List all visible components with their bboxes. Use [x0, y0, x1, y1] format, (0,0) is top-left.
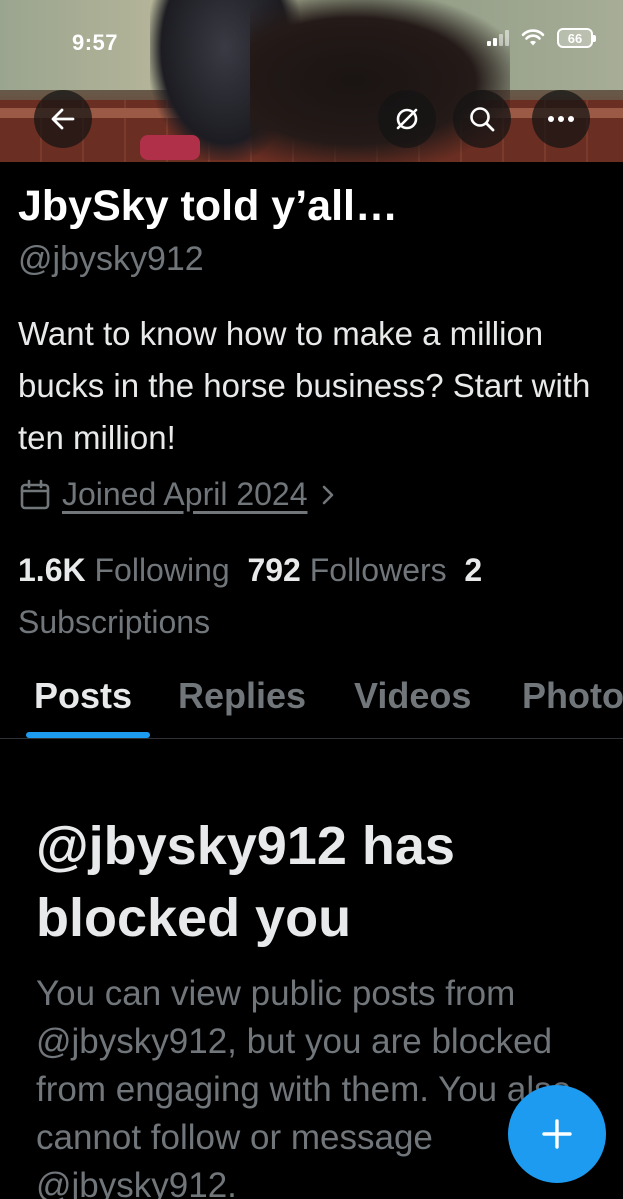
tab-photos[interactable]: Photos: [522, 672, 623, 738]
active-tab-indicator: [26, 732, 150, 738]
status-time: 9:57: [72, 30, 119, 55]
profile-bio: Want to know how to make a million bucks…: [18, 315, 591, 456]
compose-button[interactable]: [508, 1085, 606, 1183]
search-icon: [470, 107, 495, 132]
status-icons: 66: [487, 28, 596, 48]
arrow-left-icon: [51, 108, 75, 130]
profile-banner[interactable]: [0, 0, 623, 162]
more-button[interactable]: [532, 90, 590, 148]
following-link[interactable]: 1.6K Following: [18, 552, 230, 588]
battery-icon: 66: [557, 28, 596, 48]
followers-link[interactable]: 792 Followers: [247, 552, 446, 588]
subscriptions-count: 2: [464, 552, 483, 588]
following-label: Following: [94, 552, 230, 588]
subscriptions-label: Subscriptions: [18, 604, 211, 640]
tab-replies[interactable]: Replies: [178, 672, 306, 738]
blocked-title: @jbysky912 has blocked you: [36, 816, 455, 948]
cellular-signal-icon: [487, 30, 509, 46]
back-button[interactable]: [34, 90, 92, 148]
followers-label: Followers: [309, 552, 447, 588]
calendar-icon: [20, 479, 50, 509]
display-name: JbySky told y’all…: [18, 182, 398, 230]
chevron-right-icon: [322, 485, 333, 504]
profile-handle: @jbysky912: [18, 240, 204, 278]
joined-date-link[interactable]: Joined April 2024: [18, 476, 338, 513]
plus-icon: [542, 1119, 572, 1149]
grok-button[interactable]: [378, 90, 436, 148]
tab-videos[interactable]: Videos: [354, 672, 471, 738]
blocked-description: You can view public posts from @jbysky91…: [36, 974, 572, 1199]
profile-tabs: Posts Replies Videos Photos: [0, 672, 623, 739]
banner-blanket: [140, 135, 200, 160]
search-button[interactable]: [453, 90, 511, 148]
slash-circle-icon: [396, 108, 418, 130]
followers-count: 792: [247, 552, 301, 588]
tab-posts[interactable]: Posts: [34, 672, 132, 738]
more-horizontal-icon: [548, 116, 574, 122]
wifi-icon: [521, 29, 545, 46]
joined-date[interactable]: Joined April 2024: [62, 476, 308, 513]
profile-stats: 1.6K Following 792 Followers 2 Subscript…: [18, 544, 608, 648]
following-count: 1.6K: [18, 552, 86, 588]
